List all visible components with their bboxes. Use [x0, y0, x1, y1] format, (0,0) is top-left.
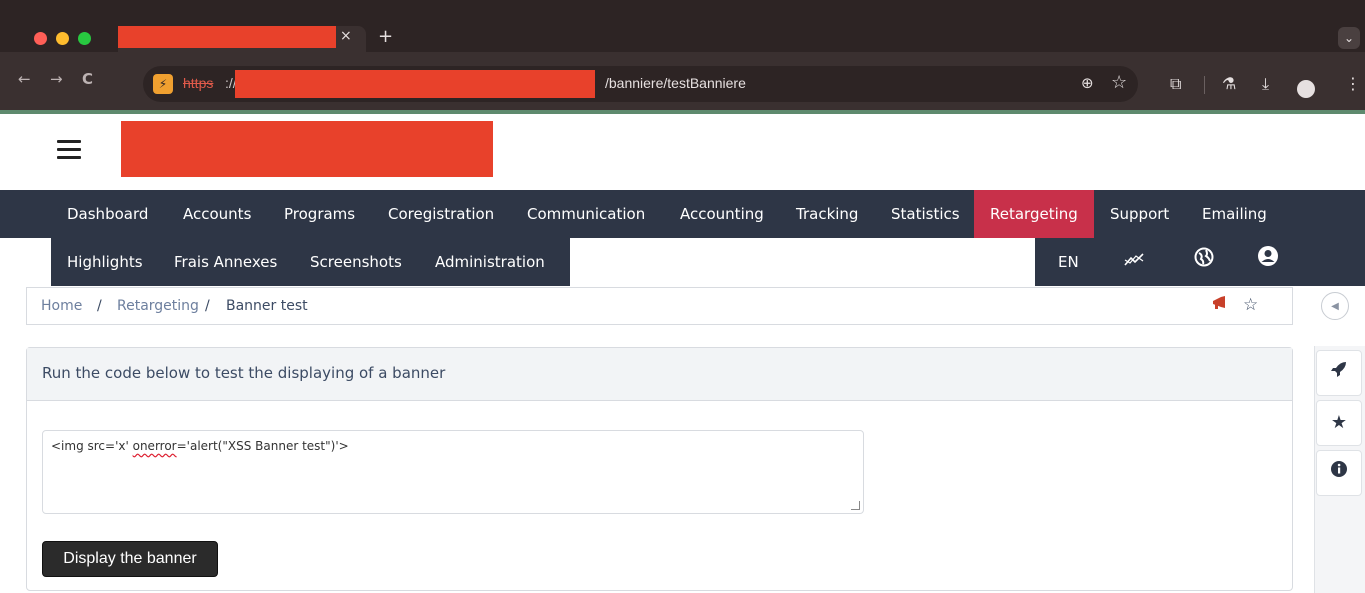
favorite-star-icon[interactable]: ☆ [1243, 295, 1258, 315]
site-info-icon[interactable]: ⚡ [153, 74, 173, 94]
nav-row2-left-gap [0, 238, 51, 286]
globe-icon[interactable] [1181, 238, 1227, 286]
breadcrumb: Home / Retargeting / Banner test ☆ [26, 287, 1293, 325]
nav-programs[interactable]: Programs [268, 190, 371, 238]
tab-search-button[interactable]: ⌄ [1338, 27, 1360, 49]
sidebar-toggle-icon[interactable]: ◀ [1321, 292, 1349, 320]
rocket-icon[interactable] [1316, 350, 1362, 396]
chart-line-icon[interactable] [1111, 238, 1157, 286]
reload-icon[interactable]: C [82, 70, 93, 88]
breadcrumb-home[interactable]: Home [41, 298, 82, 314]
url-scheme: https [183, 75, 214, 91]
star-icon[interactable]: ★ [1316, 400, 1362, 446]
redacted-domain [235, 70, 595, 98]
nav-communication[interactable]: Communication [511, 190, 661, 238]
close-window-button[interactable] [34, 32, 47, 45]
textarea-resize-handle[interactable] [851, 501, 860, 510]
close-tab-icon[interactable]: × [340, 28, 352, 44]
nav-administration[interactable]: Administration [419, 238, 561, 286]
nav-frais-annexes[interactable]: Frais Annexes [158, 238, 293, 286]
nav-row2-gap [570, 238, 1035, 286]
nav-support[interactable]: Support [1094, 190, 1185, 238]
nav-coregistration[interactable]: Coregistration [372, 190, 510, 238]
banner-test-card: Run the code below to test the displayin… [26, 347, 1293, 591]
address-bar[interactable]: ⚡ https :// /banniere/testBanniere ⊕ ☆ [143, 66, 1138, 102]
zoom-icon[interactable]: ⊕ [1081, 74, 1094, 92]
redacted-tab-title [118, 26, 336, 48]
breadcrumb-separator: / [97, 298, 102, 314]
megaphone-icon[interactable] [1211, 295, 1229, 316]
nav-accounting[interactable]: Accounting [664, 190, 780, 238]
banner-code-textarea[interactable]: <img src='x' onerror='alert("XSS Banner … [42, 430, 864, 514]
card-title: Run the code below to test the displayin… [42, 364, 446, 382]
url-path: /banniere/testBanniere [605, 75, 746, 91]
code-text: <img src='x' [51, 439, 133, 453]
labs-icon[interactable]: ⚗ [1222, 74, 1236, 93]
breadcrumb-separator: / [205, 298, 210, 314]
maximize-window-button[interactable] [78, 32, 91, 45]
hamburger-menu-icon[interactable] [57, 140, 81, 160]
nav-highlights[interactable]: Highlights [51, 238, 159, 286]
nav-statistics[interactable]: Statistics [875, 190, 976, 238]
card-header: Run the code below to test the displayin… [27, 348, 1292, 401]
forward-icon[interactable]: → [50, 70, 63, 88]
nav-emailing[interactable]: Emailing [1186, 190, 1283, 238]
bookmark-star-icon[interactable]: ☆ [1111, 72, 1127, 93]
back-icon[interactable]: ← [18, 70, 31, 88]
nav-tracking[interactable]: Tracking [780, 190, 874, 238]
nav-accounts[interactable]: Accounts [167, 190, 267, 238]
code-text: ='alert("XSS Banner test")'> [176, 439, 349, 453]
nav-retargeting[interactable]: Retargeting [974, 190, 1094, 238]
browser-menu-icon[interactable]: ⋮ [1345, 74, 1361, 93]
info-icon[interactable] [1316, 450, 1362, 496]
profile-avatar-icon[interactable] [1297, 80, 1315, 98]
new-tab-button[interactable]: + [378, 26, 393, 47]
toolbar-divider [1204, 76, 1205, 94]
browser-tab[interactable]: × [118, 26, 366, 52]
nav-dashboard[interactable]: Dashboard [51, 190, 164, 238]
nav-screenshots[interactable]: Screenshots [294, 238, 418, 286]
extensions-icon[interactable]: ⧉ [1170, 74, 1181, 94]
code-text-misspelled: onerror [132, 439, 177, 453]
breadcrumb-retargeting[interactable]: Retargeting [117, 298, 199, 314]
download-icon[interactable]: ⤓ [1262, 74, 1269, 94]
breadcrumb-current: Banner test [226, 298, 308, 314]
display-banner-button[interactable]: Display the banner [42, 541, 218, 577]
user-circle-icon[interactable] [1245, 238, 1291, 286]
minimize-window-button[interactable] [56, 32, 69, 45]
language-selector[interactable]: EN [1042, 238, 1095, 286]
redacted-logo [121, 121, 493, 177]
